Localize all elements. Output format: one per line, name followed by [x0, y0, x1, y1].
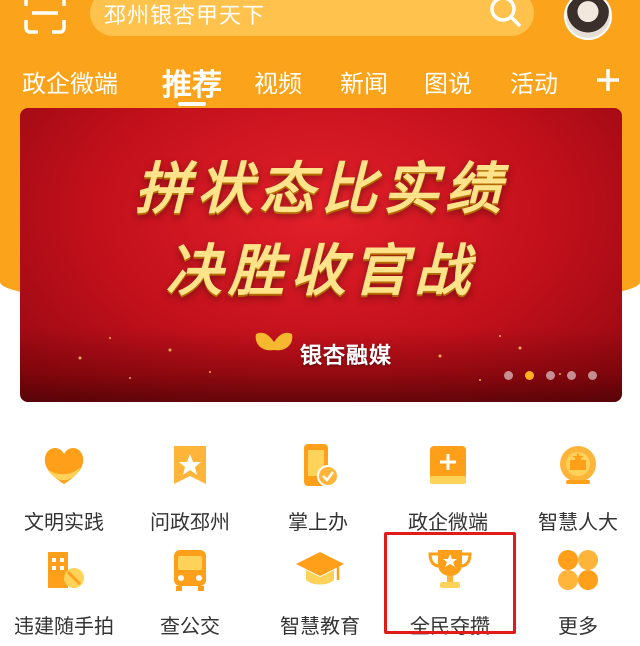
- service-label: 问政邳州: [150, 510, 230, 534]
- search-icon[interactable]: [488, 0, 522, 28]
- building-camera-icon: [38, 544, 90, 596]
- tab-news[interactable]: 新闻: [340, 64, 388, 99]
- service-label: 智慧教育: [280, 614, 360, 638]
- add-channel-icon[interactable]: [594, 66, 622, 94]
- carousel-dot[interactable]: [504, 371, 513, 380]
- ginkgo-leaf-icon: [252, 328, 296, 368]
- carousel-dot[interactable]: [567, 371, 576, 380]
- logo-text: 银杏融媒: [300, 344, 393, 369]
- channel-tabs: 政企微端 推荐 视频 新闻 图说 活动: [0, 58, 640, 106]
- active-tab-indicator: [178, 102, 206, 106]
- service-wenming-shijian[interactable]: 文明实践: [4, 440, 124, 540]
- carousel-dot-active[interactable]: [525, 371, 534, 380]
- tab-zhengqi-weiduan[interactable]: 政企微端: [22, 64, 118, 99]
- tab-video[interactable]: 视频: [254, 64, 302, 99]
- star-badge-icon: [164, 440, 216, 492]
- service-label: 掌上办: [288, 510, 348, 534]
- service-zhangshang-ban[interactable]: 掌上办: [258, 440, 378, 540]
- heart-ribbon-icon: [38, 440, 90, 492]
- service-label: 政企微端: [408, 510, 488, 534]
- tab-picture-story[interactable]: 图说: [424, 64, 472, 99]
- tab-recommend[interactable]: 推荐: [162, 60, 222, 104]
- ginkgo-media-logo: 银杏融媒: [252, 328, 432, 380]
- service-label: 更多: [558, 614, 598, 638]
- service-label: 文明实践: [24, 510, 104, 534]
- top-bar: 邳州银杏甲天下: [0, 0, 640, 50]
- service-label: 智慧人大: [538, 510, 618, 534]
- emblem-icon: [552, 440, 604, 492]
- service-label: 违建随手拍: [14, 614, 114, 638]
- user-avatar[interactable]: [564, 0, 612, 40]
- service-zhihui-renda[interactable]: 智慧人大: [518, 440, 638, 540]
- mobile-check-icon: [292, 440, 344, 492]
- service-zhengqi-weiduan[interactable]: 政企微端: [388, 440, 508, 540]
- graduation-cap-icon: [294, 544, 346, 596]
- service-weijian-suishoupai[interactable]: 违建随手拍: [4, 544, 124, 644]
- service-more[interactable]: 更多: [518, 544, 638, 644]
- plus-box-icon: [422, 440, 474, 492]
- search-input[interactable]: 邳州银杏甲天下: [90, 0, 534, 36]
- highlight-box: [384, 532, 516, 634]
- service-label: 查公交: [160, 614, 220, 638]
- more-grid-icon: [552, 544, 604, 596]
- banner-carousel[interactable]: 拼状态比实绩 决胜收官战 银杏融媒: [20, 108, 622, 402]
- service-cha-gongjiao[interactable]: 查公交: [130, 544, 250, 644]
- carousel-dot[interactable]: [546, 371, 555, 380]
- service-zhihui-jiaoyu[interactable]: 智慧教育: [260, 544, 380, 644]
- tab-activity[interactable]: 活动: [510, 64, 558, 99]
- service-wenzheng-pizhou[interactable]: 问政邳州: [130, 440, 250, 540]
- search-placeholder: 邳州银杏甲天下: [104, 4, 266, 29]
- banner-headline-1: 拼状态比实绩: [135, 156, 507, 222]
- banner-headline-2: 决胜收官战: [166, 238, 476, 304]
- carousel-dot[interactable]: [588, 371, 597, 380]
- scan-icon[interactable]: [24, 0, 66, 34]
- bus-icon: [164, 544, 216, 596]
